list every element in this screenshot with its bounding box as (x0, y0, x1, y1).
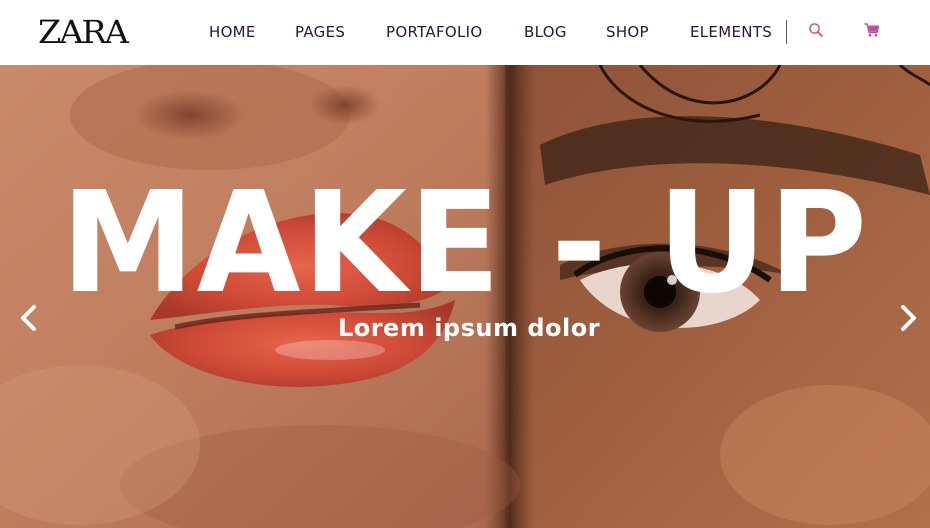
hero-title: MAKE - UP (60, 162, 869, 325)
nav-item-elements[interactable]: ELEMENTS (690, 22, 772, 42)
nav-item-home[interactable]: HOME (209, 22, 256, 42)
search-icon[interactable] (808, 22, 824, 38)
nav-item-shop[interactable]: SHOP (606, 22, 649, 42)
nav-item-blog[interactable]: BLOG (524, 22, 567, 42)
nav-item-portafolio[interactable]: PORTAFOLIO (386, 22, 482, 42)
chevron-left-icon[interactable] (17, 303, 41, 333)
hero-subtitle: Lorem ipsum dolor (337, 314, 601, 342)
nav-divider (786, 20, 787, 44)
nav-item-pages[interactable]: PAGES (295, 22, 345, 42)
cart-icon[interactable] (864, 22, 880, 38)
main-nav: HOME PAGES PORTAFOLIO BLOG SHOP ELEMENTS (0, 0, 930, 65)
page: ZARA HOME PAGES PORTAFOLIO BLOG SHOP ELE… (0, 0, 930, 528)
hero-slider: MAKE - UP Lorem ipsum dolor (0, 65, 930, 528)
site-header: ZARA HOME PAGES PORTAFOLIO BLOG SHOP ELE… (0, 0, 930, 65)
chevron-right-icon[interactable] (896, 303, 920, 333)
